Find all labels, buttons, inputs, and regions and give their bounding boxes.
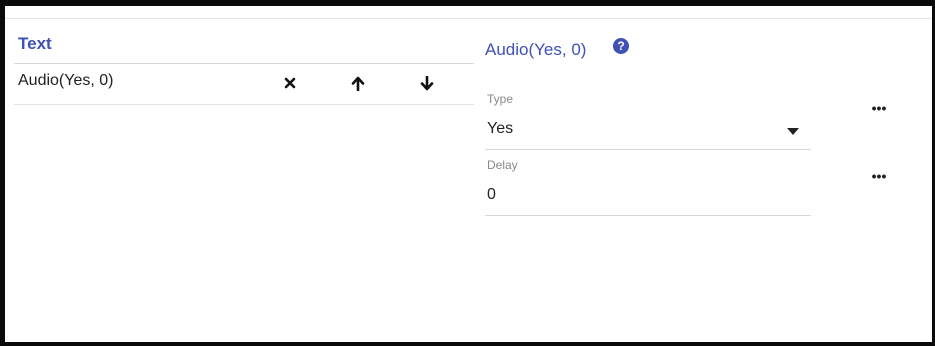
window-frame: Text Audio(Yes, 0) Audio(Yes, 0) ? Type …: [0, 0, 935, 346]
move-up-button[interactable]: [348, 72, 368, 94]
close-icon: [284, 77, 296, 89]
list-item[interactable]: Audio(Yes, 0): [14, 64, 474, 105]
move-down-button[interactable]: [417, 72, 437, 94]
question-circle-icon[interactable]: ?: [613, 38, 629, 54]
type-underline: [485, 149, 811, 150]
arrow-up-icon: [351, 76, 365, 91]
type-value[interactable]: Yes: [487, 120, 513, 138]
list-panel-title: Text: [18, 34, 52, 53]
chevron-down-icon[interactable]: [787, 128, 799, 135]
arrow-down-icon: [420, 75, 434, 90]
type-more-button[interactable]: •••: [867, 100, 891, 116]
delay-label: Delay: [487, 158, 518, 172]
more-horizontal-icon: •••: [871, 168, 887, 184]
type-label: Type: [487, 92, 514, 106]
delete-button[interactable]: [280, 72, 300, 94]
details-title: Audio(Yes, 0): [485, 40, 587, 59]
delay-underline: [485, 215, 811, 216]
type-select[interactable]: Type Yes: [485, 92, 811, 150]
list-panel: Text Audio(Yes, 0): [14, 25, 474, 105]
more-horizontal-icon: •••: [871, 100, 887, 116]
delay-field[interactable]: Delay 0: [485, 158, 811, 216]
delay-more-button[interactable]: •••: [867, 168, 891, 184]
top-divider: [5, 18, 932, 19]
list-panel-header: Text: [14, 25, 474, 64]
delay-value[interactable]: 0: [487, 186, 496, 204]
list-item-label: Audio(Yes, 0): [18, 72, 114, 89]
